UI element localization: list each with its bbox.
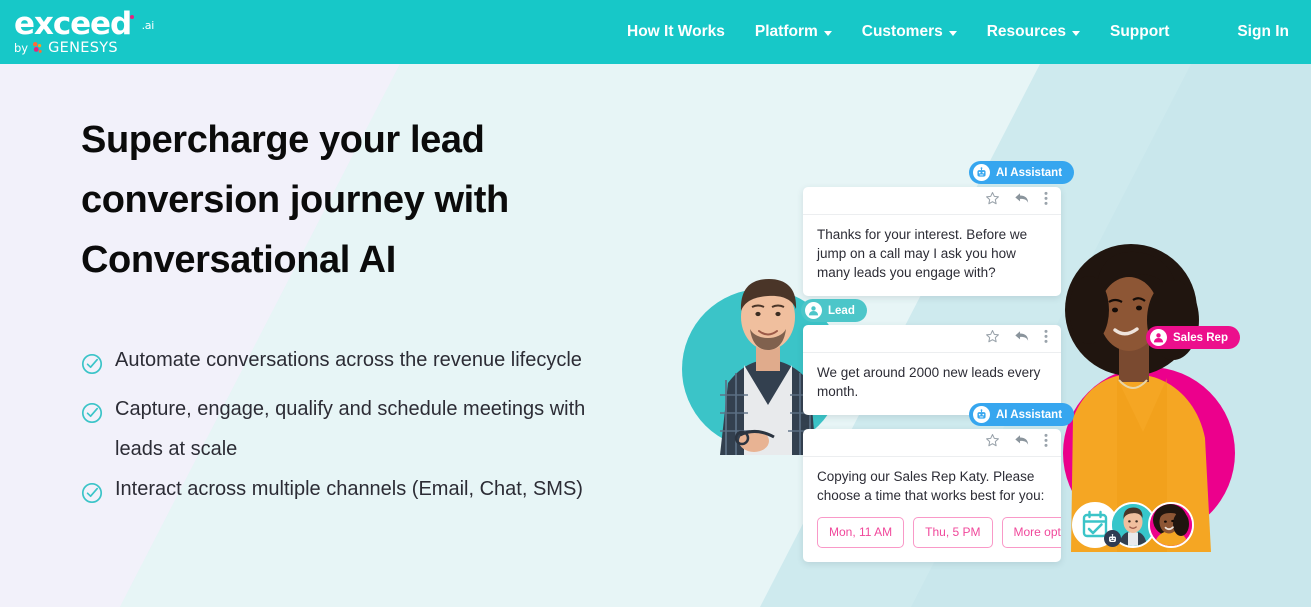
headline-line-3: Conversational AI: [81, 239, 396, 281]
nav-label: Resources: [986, 23, 1066, 40]
reply-icon[interactable]: [1014, 329, 1030, 348]
nav-label: Platform: [754, 23, 818, 40]
sign-in-link[interactable]: Sign In: [1237, 0, 1289, 64]
nav-item-support[interactable]: Support: [1095, 0, 1184, 64]
robot-badge-icon: [1104, 530, 1121, 547]
list-item: Automate conversations across the revenu…: [81, 340, 621, 389]
list-item-label: Automate conversations across the revenu…: [115, 349, 582, 371]
logo-wordmark: exceed .ai: [14, 5, 155, 42]
nav-item-how-it-works[interactable]: How It Works: [612, 0, 740, 64]
logo-ai-text: .ai: [141, 18, 155, 32]
page-title: Supercharge your lead conversion journey…: [81, 110, 621, 290]
logo-main-text: exceed: [14, 5, 132, 42]
main-navigation: How It Works Platform Customers Resource…: [612, 0, 1184, 64]
circle-check-icon: [81, 478, 103, 518]
avatar-cluster: [1072, 502, 1194, 548]
person-avatar-icon: [805, 302, 822, 319]
time-slot-button-1[interactable]: Mon, 11 AM: [817, 517, 905, 548]
landing-page: exceed .ai by GENESYS How It Works Platf…: [0, 0, 1311, 607]
star-icon[interactable]: [985, 191, 1000, 211]
circle-check-icon: [81, 398, 103, 438]
chat-card-2[interactable]: We get around 2000 new leads every month…: [803, 325, 1061, 415]
nav-label: How It Works: [627, 23, 725, 40]
headline-line-1: Supercharge your lead: [81, 119, 485, 161]
nav-label: Support: [1110, 23, 1170, 40]
card-actions: [803, 429, 1061, 457]
card-actions: [803, 325, 1061, 353]
time-slot-options: Mon, 11 AM Thu, 5 PM More options: [817, 517, 1061, 548]
circle-check-icon: [81, 349, 103, 389]
nav-label: Customers: [861, 23, 943, 40]
list-item: Capture, engage, qualify and schedule me…: [81, 389, 621, 469]
status-badge-label: AI Assistant: [996, 166, 1063, 179]
list-item-label: Capture, engage, qualify and schedule me…: [115, 398, 586, 460]
logo-dot-icon: [130, 14, 134, 19]
robot-avatar-icon: [973, 164, 990, 181]
headline-line-2: conversion journey with: [81, 179, 509, 221]
time-slot-button-2[interactable]: Thu, 5 PM: [913, 517, 993, 548]
list-item: Interact across multiple channels (Email…: [81, 469, 621, 518]
logo-subline: by GENESYS: [14, 40, 154, 56]
robot-avatar-icon: [973, 406, 990, 423]
chat-card-3[interactable]: Copying our Sales Rep Katy. Please choos…: [803, 429, 1061, 562]
logo[interactable]: exceed .ai by GENESYS: [14, 4, 154, 60]
nav-item-resources[interactable]: Resources: [972, 0, 1095, 64]
reply-icon[interactable]: [1014, 433, 1030, 452]
status-badge-label: Lead: [828, 304, 855, 317]
reply-icon[interactable]: [1014, 191, 1030, 210]
status-badge-label: Sales Rep: [1173, 331, 1228, 344]
star-icon[interactable]: [985, 433, 1000, 453]
more-vertical-icon[interactable]: [1044, 191, 1048, 211]
card-message-label: Copying our Sales Rep Katy. Please choos…: [817, 469, 1045, 503]
genesys-mark-icon: [31, 41, 45, 55]
status-badge-ai-assistant-1: AI Assistant: [969, 161, 1075, 184]
avatar-female: [1148, 502, 1194, 548]
more-options-button[interactable]: More options: [1001, 517, 1061, 548]
site-header: exceed .ai by GENESYS How It Works Platf…: [0, 0, 1311, 64]
card-actions: [803, 187, 1061, 215]
star-icon[interactable]: [985, 329, 1000, 349]
chevron-down-icon: [1072, 30, 1080, 36]
nav-item-platform[interactable]: Platform: [740, 0, 847, 64]
status-badge-ai-assistant-2: AI Assistant: [969, 403, 1075, 426]
sign-in-label: Sign In: [1237, 23, 1289, 40]
list-item-label: Interact across multiple channels (Email…: [115, 478, 583, 500]
more-vertical-icon[interactable]: [1044, 433, 1048, 453]
logo-brand-text: GENESYS: [48, 39, 118, 56]
status-badge-sales-rep: Sales Rep: [1146, 326, 1240, 349]
card-message-text: Thanks for your interest. Before we jump…: [817, 227, 1028, 280]
person-avatar-icon: [1150, 329, 1167, 346]
card-message-text: Copying our Sales Rep Katy. Please choos…: [803, 457, 1061, 562]
chat-card-1[interactable]: Thanks for your interest. Before we jump…: [803, 187, 1061, 296]
status-badge-lead: Lead: [801, 299, 867, 322]
more-vertical-icon[interactable]: [1044, 329, 1048, 349]
hero-content: Supercharge your lead conversion journey…: [81, 110, 621, 518]
feature-list: Automate conversations across the revenu…: [81, 340, 621, 518]
chevron-down-icon: [823, 30, 832, 36]
nav-item-customers[interactable]: Customers: [847, 0, 972, 64]
chevron-down-icon: [948, 30, 957, 36]
status-badge-label: AI Assistant: [996, 408, 1063, 421]
logo-by-text: by: [14, 40, 29, 55]
